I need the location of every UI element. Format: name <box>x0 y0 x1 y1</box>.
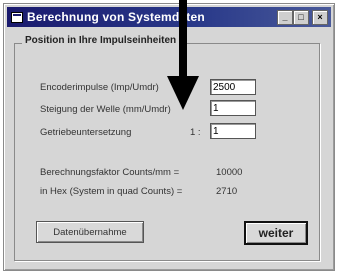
groupbox-title: Position in Ihre Impulseinheiten <box>22 35 180 46</box>
minimize-icon[interactable]: _ <box>277 10 293 25</box>
window-icon <box>11 12 23 23</box>
hex-label: in Hex (System in quad Counts) = <box>40 186 183 197</box>
shaft-pitch-label: Steigung der Welle (mm/Umdr) <box>40 104 171 115</box>
maximize-icon[interactable]: □ <box>293 10 309 25</box>
factor-value: 10000 <box>216 167 243 178</box>
apply-data-button[interactable]: Datenübernahme <box>36 221 144 243</box>
close-icon[interactable]: × <box>312 10 328 25</box>
hex-value: 2710 <box>216 186 238 197</box>
next-button[interactable]: weiter <box>244 221 308 245</box>
shaft-pitch-input[interactable]: 1 <box>210 100 256 116</box>
down-arrow-icon <box>167 0 199 110</box>
factor-label: Berechnungsfaktor Counts/mm = <box>40 167 180 178</box>
gear-ratio-prefix: 1 : <box>190 127 201 138</box>
encoder-pulses-input[interactable]: 2500 <box>210 79 256 95</box>
encoder-pulses-label: Encoderimpulse (Imp/Umdr) <box>40 82 159 93</box>
gear-ratio-input[interactable]: 1 <box>210 123 256 139</box>
gear-ratio-label: Getriebeuntersetzung <box>40 127 132 138</box>
